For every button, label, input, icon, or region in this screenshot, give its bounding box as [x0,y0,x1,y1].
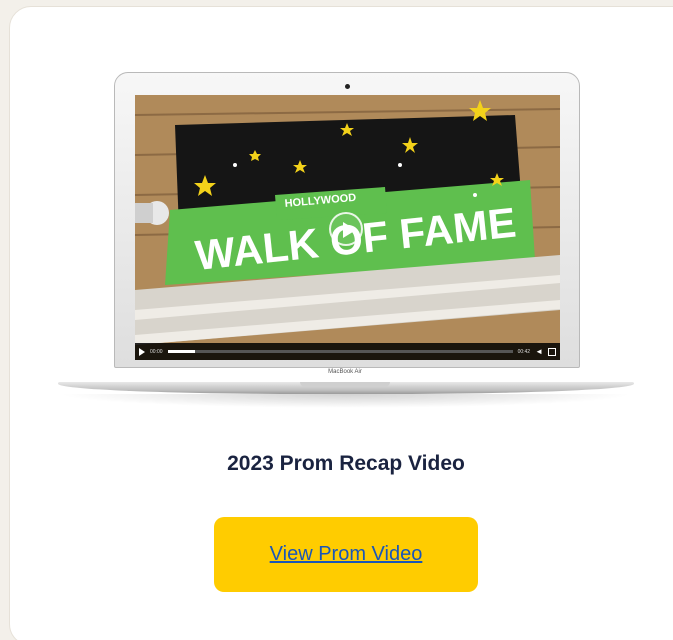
video-player[interactable]: HOLLYWOOD WALK OF FAME [135,95,560,360]
view-video-link[interactable]: View Prom Video [270,543,423,566]
view-video-button[interactable]: View Prom Video [214,517,478,592]
video-frame: HOLLYWOOD WALK OF FAME [135,95,560,360]
card-title: 2023 Prom Recap Video [227,452,465,475]
